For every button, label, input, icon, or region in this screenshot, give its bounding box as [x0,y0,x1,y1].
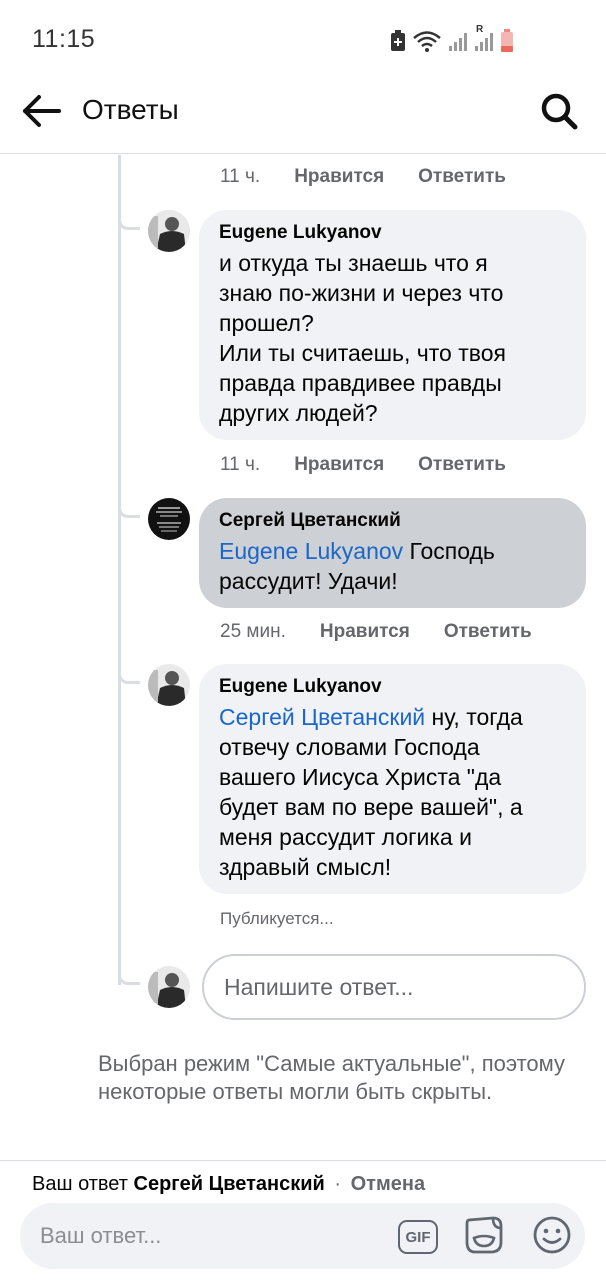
arrow-left-icon [21,94,61,133]
battery-icon [500,29,514,53]
app-header: Ответы [0,78,606,154]
comment-meta: 11 ч. Нравится Ответить [220,163,506,191]
wifi-icon [412,29,442,53]
cancel-reply-button[interactable]: Отмена [351,1173,425,1195]
comment-author[interactable]: Сергей Цветанский [219,510,566,532]
status-time: 11:15 [32,25,96,53]
sim-icon [390,30,406,52]
sticker-icon [463,1214,505,1261]
current-user-avatar [148,966,190,1008]
comment-line: отвечу словами Господа [219,734,480,760]
comment-time: 11 ч. [220,454,261,475]
comment-line: правда правдивее правды [219,370,502,396]
reply-button[interactable]: Ответить [418,166,506,188]
thread-branch [118,674,140,684]
status-icons: R [390,24,514,54]
reply-button[interactable]: Ответить [418,454,506,476]
like-button[interactable]: Нравится [320,621,410,643]
signal-icon [448,30,468,52]
comment-line: Или ты считаешь, что твоя [219,340,506,366]
comment-line: Eugene Lukyanov Господь [219,536,566,566]
comment-line: знаю по-жизни и через что [219,280,504,306]
comment-line: других людей? [219,400,378,426]
comment-text-fragment: ну, тогда [425,704,523,730]
comment-text: Сергей Цветанский ну, тогда отвечу слова… [219,702,566,882]
comment-line: и откуда ты знаешь что я [219,250,488,276]
replying-to-line: Ваш ответ Сергей Цветанский · Отмена [32,1173,425,1196]
search-button[interactable] [536,90,582,136]
comment-line: прошел? [219,310,314,336]
avatar[interactable] [148,210,190,252]
emoji-icon [532,1215,572,1260]
comment-bubble: Eugene Lukyanov и откуда ты знаешь что я… [199,210,586,440]
composer-placeholder: Ваш ответ... [40,1223,162,1248]
separator: · [334,1173,342,1195]
comment-line: здравый смысл! [219,854,392,880]
page-title: Ответы [82,94,179,125]
status-bar: 11:15 R [0,0,606,78]
like-button[interactable]: Нравится [294,454,384,476]
comment-time: 11 ч. [220,166,261,187]
comment-line: меня рассудит логика и [219,824,472,850]
thread-branch [118,220,140,230]
comment-bubble-highlighted: Сергей Цветанский Eugene Lukyanov Господ… [199,498,586,608]
sticker-button[interactable] [462,1215,506,1259]
signal-r-icon: R [474,24,494,52]
comment-line: рассудит! Удачи! [219,568,398,594]
comment-time: 25 мин. [220,621,286,642]
comment-meta: 11 ч. Нравится Ответить [220,451,506,479]
search-icon [540,92,578,135]
publishing-status: Публикуется... [220,909,334,928]
comment-author[interactable]: Eugene Lukyanov [219,222,566,244]
comment-text: и откуда ты знаешь что я знаю по-жизни и… [219,248,566,428]
sorting-notice: Выбран режим "Самые актуальные", поэтому… [98,1051,566,1104]
bottom-composer-bar: Ваш ответ Сергей Цветанский · Отмена Ваш… [0,1160,606,1280]
comment-line: будет вам по вере вашей", а [219,794,523,820]
avatar[interactable] [148,498,190,540]
composer-input[interactable]: Ваш ответ... GIF [20,1203,585,1269]
comment-line: вашего Иисуса Христа "да [219,764,502,790]
gif-button[interactable]: GIF [396,1215,440,1259]
like-button[interactable]: Нравится [294,166,384,188]
comment-author[interactable]: Eugene Lukyanov [219,676,566,698]
write-reply-input[interactable]: Напишите ответ... [202,954,586,1020]
signal-roaming-label: R [476,24,484,35]
comment-text-fragment: Господь [403,538,495,564]
comment-bubble: Eugene Lukyanov Сергей Цветанский ну, то… [199,664,586,894]
avatar[interactable] [148,664,190,706]
reply-prefix: Ваш ответ [32,1173,128,1195]
mention-link[interactable]: Eugene Lukyanov [219,538,403,564]
thread-branch [118,975,140,985]
comment-text: Eugene Lukyanov Господь рассудит! Удачи! [219,536,566,596]
emoji-button[interactable] [530,1215,574,1259]
comment-meta: 25 мин. Нравится Ответить [220,618,532,646]
reply-button[interactable]: Ответить [444,621,532,643]
back-button[interactable] [18,90,64,136]
mention-link[interactable]: Сергей Цветанский [219,704,425,730]
gif-icon: GIF [398,1220,438,1254]
write-reply-placeholder: Напишите ответ... [224,973,414,1000]
comment-line: Сергей Цветанский ну, тогда [219,702,566,732]
reply-target-name: Сергей Цветанский [133,1173,325,1195]
thread-line [118,155,121,985]
thread-branch [118,508,140,518]
